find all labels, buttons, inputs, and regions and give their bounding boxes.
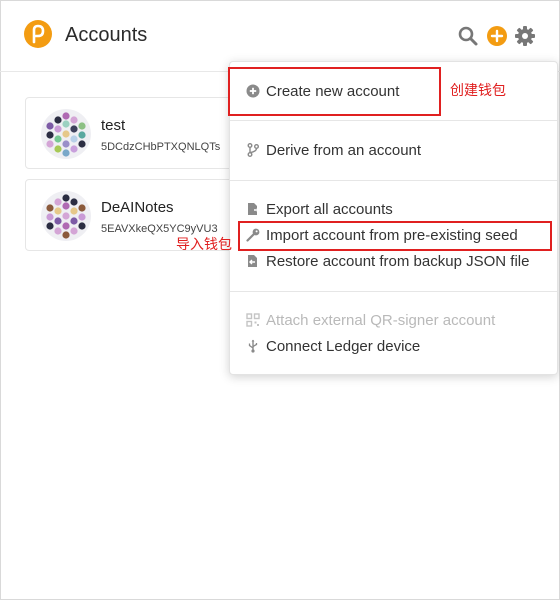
annotation-import-wallet: 导入钱包 xyxy=(176,237,232,253)
account-name: test xyxy=(101,117,126,134)
usb-icon xyxy=(246,339,260,353)
divider xyxy=(230,120,557,121)
annotation-box-import xyxy=(238,221,552,251)
identicon-avatar xyxy=(41,109,91,159)
annotation-create-wallet: 创建钱包 xyxy=(450,83,506,99)
polkadot-logo-icon xyxy=(24,20,52,48)
account-name: DeAINotes xyxy=(101,199,174,216)
menu-item-label: Attach external QR-signer account xyxy=(266,311,496,329)
menu-item-label: Export all accounts xyxy=(266,200,393,218)
menu-item-label: Connect Ledger device xyxy=(266,337,421,355)
page-title: Accounts xyxy=(65,24,148,46)
menu-item-restore-json[interactable]: Restore account from backup JSON file xyxy=(246,251,529,271)
export-file-icon xyxy=(246,202,260,216)
qr-icon xyxy=(246,313,260,327)
menu-item-attach-qr[interactable]: Attach external QR-signer account xyxy=(246,310,495,330)
divider xyxy=(230,291,557,292)
identicon-avatar xyxy=(41,191,91,241)
menu-item-label: Derive from an account xyxy=(266,141,422,159)
search-icon[interactable] xyxy=(457,25,479,47)
menu-item-connect-ledger[interactable]: Connect Ledger device xyxy=(246,336,420,356)
branch-icon xyxy=(246,143,260,157)
add-icon xyxy=(490,29,504,43)
add-account-button[interactable] xyxy=(487,26,507,46)
menu-item-export-all[interactable]: Export all accounts xyxy=(246,199,393,219)
menu-item-label: Restore account from backup JSON file xyxy=(266,252,530,270)
account-address: 5DCdzCHbPTXQNLQTs xyxy=(101,141,221,153)
annotation-box-create xyxy=(228,67,441,116)
restore-file-icon xyxy=(246,254,260,268)
gear-icon[interactable] xyxy=(514,25,536,47)
divider xyxy=(230,180,557,181)
menu-item-derive-account[interactable]: Derive from an account xyxy=(246,140,421,160)
